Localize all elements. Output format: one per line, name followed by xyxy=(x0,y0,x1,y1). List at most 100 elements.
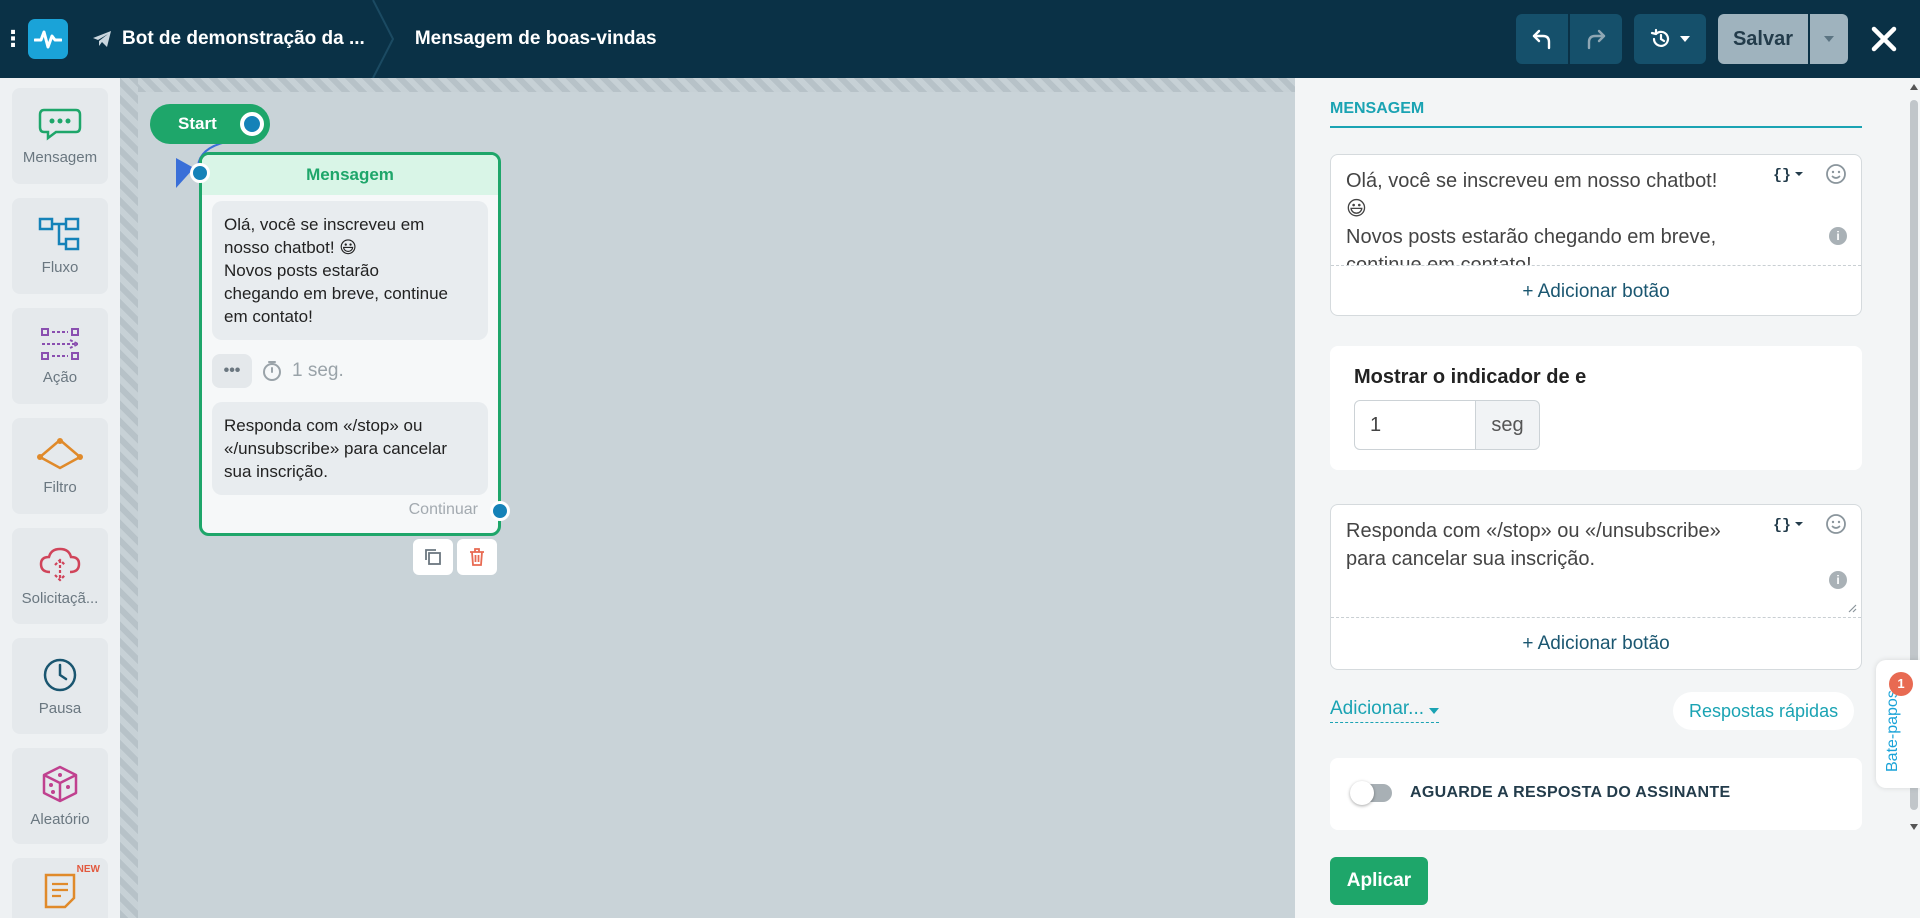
typing-indicator-title: Mostrar o indicador de e xyxy=(1354,366,1587,388)
message-tools: {} xyxy=(1773,513,1847,535)
tool-label: Solicitaçã... xyxy=(21,589,99,607)
add-more-dropdown[interactable]: Adicionar... xyxy=(1330,698,1440,723)
info-icon[interactable]: i xyxy=(1829,227,1847,245)
sidebar-divider xyxy=(120,78,138,918)
toolbar-actions: Salvar xyxy=(1516,0,1920,78)
wait-response-card: AGUARDE A RESPOSTA DO ASSINANTE xyxy=(1330,758,1862,830)
note-icon xyxy=(44,873,76,909)
tool-acao[interactable]: Ação xyxy=(12,308,108,404)
chevron-down-icon xyxy=(1824,36,1834,42)
start-output-port[interactable] xyxy=(240,112,264,136)
continue-output-port[interactable] xyxy=(490,501,510,521)
node-input-port[interactable] xyxy=(190,163,210,183)
emoji-icon[interactable] xyxy=(1825,163,1847,185)
bubble-line: sua inscrição. xyxy=(224,462,328,481)
tool-mensagem[interactable]: Mensagem xyxy=(12,88,108,184)
tool-label: Aleatório xyxy=(30,810,90,828)
add-button-button[interactable]: + Adicionar botão xyxy=(1331,265,1861,317)
message-line: Responda com «/stop» ou «/unsubscribe» xyxy=(1346,520,1721,542)
chats-badge: 1 xyxy=(1889,672,1913,696)
bot-name: Bot de demonstração da ... xyxy=(122,28,365,49)
message-line: 😃 xyxy=(1346,198,1367,220)
redo-button[interactable] xyxy=(1570,14,1622,64)
flow-icon xyxy=(38,217,80,250)
breadcrumb-separator xyxy=(371,0,394,78)
wait-response-toggle[interactable] xyxy=(1350,781,1392,805)
quick-replies-button[interactable]: Respostas rápidas xyxy=(1673,692,1855,730)
breadcrumb-bot[interactable]: Bot de demonstração da ... xyxy=(92,0,395,78)
close-icon xyxy=(1871,26,1897,52)
bubble-line: «/unsubscribe» para cancelar xyxy=(224,439,448,458)
bubble-line: nosso chatbot! 😃 xyxy=(224,238,358,257)
tool-label: Mensagem xyxy=(22,148,98,166)
tool-fluxo[interactable]: Fluxo xyxy=(12,198,108,294)
start-label: Start xyxy=(178,114,217,133)
node-message-bubble: Olá, você se inscreveu em nosso chatbot!… xyxy=(212,201,488,340)
apply-button[interactable]: Aplicar xyxy=(1330,857,1428,905)
message-node[interactable]: Mensagem Olá, você se inscreveu em nosso… xyxy=(199,152,510,536)
save-options-button[interactable] xyxy=(1810,14,1848,64)
bubble-line: Responda com «/stop» ou xyxy=(224,416,423,435)
tool-note[interactable]: NEW xyxy=(12,858,108,918)
pulse-icon xyxy=(34,30,62,49)
scroll-down-icon[interactable] xyxy=(1910,824,1918,830)
add-more-label: Adicionar... xyxy=(1330,698,1424,719)
resize-handle-icon[interactable] xyxy=(1847,603,1857,613)
delete-node-button[interactable] xyxy=(457,539,497,575)
typing-seconds-input[interactable]: 1 xyxy=(1354,400,1476,450)
panel-title-underline xyxy=(1330,126,1862,128)
more-menu-icon[interactable]: ⋮ xyxy=(0,26,26,52)
copy-icon xyxy=(425,549,441,565)
history-button[interactable] xyxy=(1634,14,1706,64)
properties-panel: MENSAGEM Olá, você se inscreveu em nosso… xyxy=(1295,78,1920,918)
info-icon[interactable]: i xyxy=(1829,571,1847,589)
telegram-icon xyxy=(93,31,111,47)
node-message-bubble: Responda com «/stop» ou «/unsubscribe» p… xyxy=(212,402,488,495)
tool-label: Pausa xyxy=(38,699,82,717)
message-tools: {} xyxy=(1773,163,1847,185)
undo-icon xyxy=(1532,29,1551,50)
save-button[interactable]: Salvar xyxy=(1718,14,1808,64)
redo-icon xyxy=(1587,29,1606,50)
filter-icon xyxy=(37,437,83,469)
variable-icon[interactable]: {} xyxy=(1773,166,1805,182)
action-icon xyxy=(41,327,80,360)
history-icon xyxy=(1650,28,1670,47)
tool-filtro[interactable]: Filtro xyxy=(12,418,108,514)
add-button-button[interactable]: + Adicionar botão xyxy=(1331,617,1861,669)
variable-icon[interactable]: {} xyxy=(1773,516,1805,532)
chevron-down-icon xyxy=(1680,36,1690,42)
typing-indicator-card: Mostrar o indicador de e 1 seg xyxy=(1330,346,1862,470)
timer-icon xyxy=(263,361,281,381)
duplicate-node-button[interactable] xyxy=(413,539,453,575)
tool-sidebar: Mensagem Fluxo Ação Filtro Solicitaçã...… xyxy=(0,78,122,918)
bubble-line: Olá, você se inscreveu em xyxy=(224,215,425,234)
app-logo[interactable] xyxy=(28,19,68,59)
typing-dots-icon: ••• xyxy=(212,354,252,388)
continue-label: Continuar xyxy=(408,501,478,518)
chats-tab-label: Bate-papos xyxy=(1884,690,1901,772)
tool-solicitacao[interactable]: Solicitaçã... xyxy=(12,528,108,624)
tool-label: Fluxo xyxy=(41,258,79,276)
start-node[interactable]: Start xyxy=(150,104,270,144)
scroll-up-icon[interactable] xyxy=(1910,84,1918,90)
emoji-icon[interactable] xyxy=(1825,513,1847,535)
breadcrumb-step: Mensagem de boas-vindas xyxy=(414,28,657,49)
svg-text:{}: {} xyxy=(1773,167,1791,182)
new-badge: NEW xyxy=(76,864,100,875)
node-title: Mensagem xyxy=(202,155,498,195)
cloud-request-icon xyxy=(39,547,81,582)
close-button[interactable] xyxy=(1848,0,1920,78)
tool-aleatorio[interactable]: Aleatório xyxy=(12,748,108,844)
bubble-line: chegando em breve, continue xyxy=(224,284,448,303)
canvas-edge xyxy=(138,78,1295,92)
undo-button[interactable] xyxy=(1516,14,1568,64)
delay-text: 1 seg. xyxy=(292,360,344,381)
tool-pausa[interactable]: Pausa xyxy=(12,638,108,734)
top-bar: ⋮ Bot de demonstração da ... Mensagem de… xyxy=(0,0,1920,78)
svg-text:{}: {} xyxy=(1773,517,1791,532)
panel-title: MENSAGEM xyxy=(1330,100,1425,117)
trash-icon xyxy=(470,548,484,566)
chevron-down-icon xyxy=(1429,708,1440,714)
message-editor-2: Responda com «/stop» ou «/unsubscribe» p… xyxy=(1330,504,1862,670)
